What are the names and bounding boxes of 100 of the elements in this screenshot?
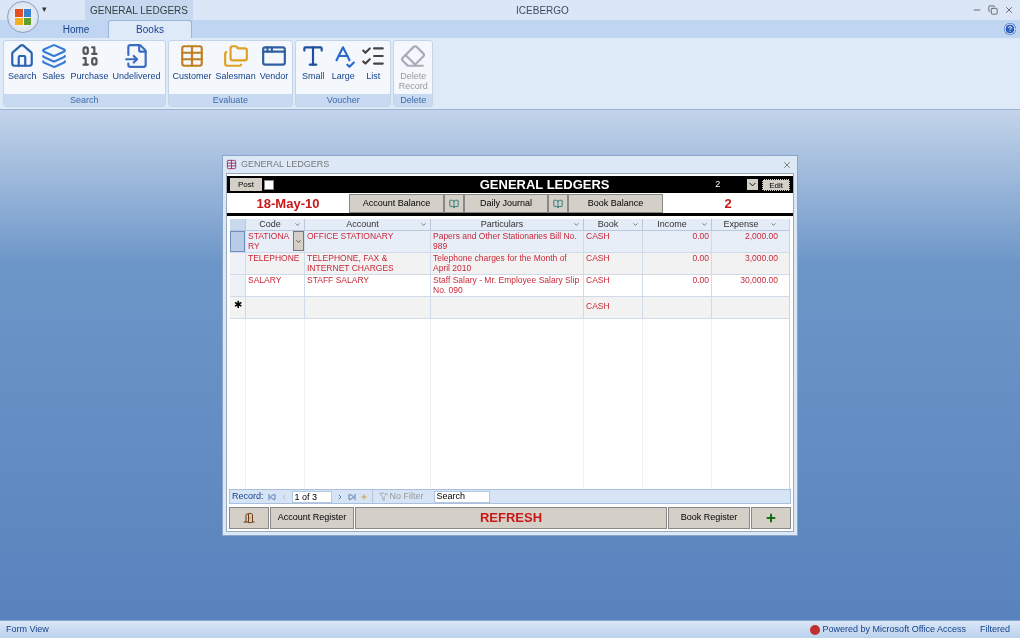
table-cell-text: 0.00 (691, 231, 710, 243)
toolbar-button[interactable]: Account Balance (349, 194, 444, 213)
date-text: 18-May-10 (255, 195, 321, 213)
status-view: Form View (6, 622, 50, 636)
balance-text: 2 (723, 195, 733, 213)
sort-caret-icon[interactable] (770, 221, 777, 228)
toolbar-button[interactable]: Daily Journal (464, 194, 548, 213)
sort-caret-icon[interactable] (573, 221, 580, 228)
column-header[interactable]: Particulars (430, 219, 583, 230)
door-icon (243, 512, 255, 524)
book-icon (449, 198, 459, 209)
plus-icon (765, 512, 777, 524)
close-icon[interactable] (782, 159, 792, 170)
table-cell-text: CASH (585, 253, 611, 265)
sort-caret-icon[interactable] (701, 221, 708, 228)
table-cell-text: STAFF SALARY (306, 275, 371, 287)
table-cell-text: Telephone charges for the Month of April 2010 (432, 253, 568, 274)
add-button[interactable] (751, 507, 791, 529)
sort-caret-icon[interactable] (294, 221, 301, 228)
ribbon-icon (179, 43, 206, 69)
quick-access-menu[interactable]: ▾ (42, 3, 47, 17)
window-title: ICEBERGO (515, 3, 570, 18)
table-cell-text: SALARY (247, 275, 283, 287)
form-icon (226, 159, 237, 170)
table-cell-text: Papers and Other Stationaries Bill No. 989 (432, 231, 578, 252)
ribbon-button[interactable]: Purchase (68, 43, 111, 81)
group-label: Voucher (296, 94, 391, 106)
book-register-button[interactable]: Book Register (668, 507, 750, 529)
ribbon-icon (260, 43, 287, 69)
form-heading: GENERAL LEDGERS (478, 175, 611, 194)
column-header[interactable]: Code (245, 219, 304, 230)
book-icon-button[interactable] (444, 194, 464, 213)
table-cell-text: 0.00 (691, 275, 710, 287)
column-header[interactable]: Income (642, 219, 711, 230)
powered-by-text: Powered by Microsoft Office Access (822, 622, 966, 636)
edit-button[interactable]: Edit (762, 178, 790, 191)
exit-button[interactable] (229, 507, 269, 529)
search-field[interactable]: Search (433, 490, 490, 503)
group-label: Delete (394, 94, 433, 106)
count-text: 2 (715, 177, 722, 191)
table-cell-text: 2,000.00 (743, 231, 779, 243)
record-label: Record: (232, 489, 264, 503)
ribbon-icon (400, 43, 427, 69)
ribbon-button[interactable]: Search (6, 43, 39, 81)
close-icon[interactable] (1004, 5, 1014, 15)
table-cell-text: CASH (585, 275, 611, 287)
toolbar-button[interactable]: Book Balance (568, 194, 663, 213)
combo-dropdown-button[interactable] (293, 231, 304, 251)
post-checkbox[interactable] (264, 179, 274, 190)
table-cell-text: CASH (585, 301, 611, 311)
ribbon-tab[interactable]: Books (108, 20, 192, 38)
record-position-field[interactable]: 1 of 3 (291, 490, 332, 503)
column-header[interactable]: Account (304, 219, 430, 230)
group-label: Evaluate (168, 94, 293, 106)
table-cell-text: 3,000.00 (743, 253, 779, 265)
caret-icon (295, 237, 302, 245)
table-cell-text: OFFICE STATIONARY (306, 231, 395, 243)
new-record-icon[interactable] (359, 492, 368, 501)
column-header[interactable]: Expense (711, 219, 780, 230)
ribbon-button[interactable]: Customer (170, 43, 214, 81)
table-cell-text: STATIONARY (247, 231, 291, 252)
table-cell-text: TELEPHONE, FAX & INTERNET CHARGES (306, 253, 395, 274)
refresh-button[interactable]: REFRESH (355, 507, 667, 529)
ribbon-icon (9, 43, 36, 69)
help-icon[interactable] (1004, 23, 1016, 35)
contextual-tab-title: GENERAL LEDGERS (85, 0, 193, 20)
ribbon-button[interactable]: Sales (38, 43, 69, 81)
post-button[interactable]: Post (230, 178, 262, 191)
office-button[interactable] (7, 1, 39, 33)
account-register-button[interactable]: Account Register (270, 507, 354, 529)
ribbon-button[interactable]: Undelivered (110, 43, 163, 81)
group-label: Search (4, 94, 165, 106)
row-selector[interactable] (230, 231, 245, 252)
ribbon-button[interactable]: Small (298, 43, 329, 81)
table-cell-text: 0.00 (691, 253, 710, 265)
sort-caret-icon[interactable] (632, 221, 639, 228)
ribbon-button[interactable]: List (358, 43, 389, 81)
ribbon-button[interactable]: Salesman (213, 43, 258, 81)
restore-icon[interactable] (988, 5, 998, 15)
table-cell-text: CASH (585, 231, 611, 243)
filter-status: Filtered (980, 622, 1010, 636)
table-cell-text: TELEPHONE (247, 253, 301, 265)
book-icon (553, 198, 563, 209)
table-cell-text: 30,000.00 (739, 275, 779, 287)
book-icon-button[interactable] (548, 194, 568, 213)
first-record-icon[interactable] (267, 492, 276, 501)
table-cell-text: Staff Salary - Mr. Employee Salary Slip No. 090 (432, 275, 581, 296)
dropdown-icon[interactable] (747, 179, 759, 190)
column-header[interactable]: Book (583, 219, 642, 230)
ribbon-icon (40, 43, 67, 69)
ribbon-icon (222, 43, 249, 69)
sort-caret-icon[interactable] (420, 221, 427, 228)
ribbon-button[interactable]: Large (328, 43, 359, 81)
ribbon-icon (123, 43, 150, 69)
ribbon-tab[interactable]: Home (44, 20, 108, 38)
ribbon-button[interactable]: Vendor (257, 43, 291, 81)
filter-icon (378, 492, 388, 501)
new-row-marker: ✱ (232, 298, 243, 312)
form-title: GENERAL LEDGERS (241, 157, 331, 171)
last-record-icon[interactable] (347, 492, 356, 501)
